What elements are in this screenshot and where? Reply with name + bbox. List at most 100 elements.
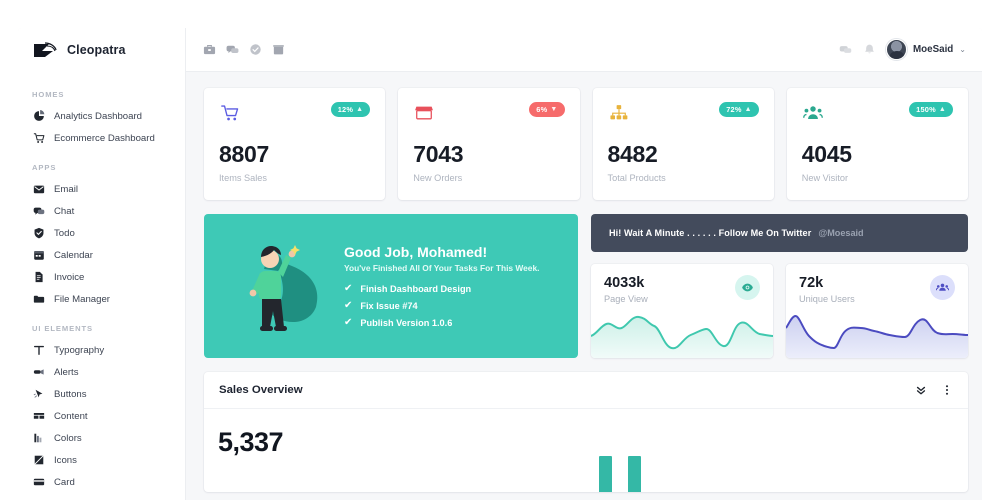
stat-card-header: 150% ▲ <box>802 102 953 124</box>
twitter-handle[interactable]: @Moesaid <box>818 228 863 238</box>
sidebar-section-ui-elements: UI ELEMENTS <box>32 324 93 333</box>
page-title: Sales Overview <box>219 384 303 396</box>
welcome-title: Good Job, Mohamed! <box>344 244 488 260</box>
arrow-up-icon: ▲ <box>744 106 752 113</box>
chevron-down-icon[interactable]: ⌄ <box>959 45 966 54</box>
sidebar-item-card[interactable]: Card <box>18 471 185 493</box>
badge-value: 72% <box>726 105 742 114</box>
status-badge: 6% ▼ <box>529 102 565 117</box>
mini-card-unique-users[interactable]: 72k Unique Users <box>786 264 968 358</box>
badge-value: 12% <box>337 105 354 114</box>
mini-card-page-view[interactable]: 4033k Page View <box>591 264 773 358</box>
users-icon <box>930 275 955 300</box>
briefcase-icon[interactable] <box>202 43 216 57</box>
sidebar-item-email[interactable]: Email <box>18 178 185 200</box>
more-vertical-icon[interactable] <box>941 384 953 396</box>
stat-label: New Visitor <box>801 173 849 183</box>
middle-row: Good Job, Mohamed! You've Finished All O… <box>204 214 968 358</box>
shield-check-icon <box>32 227 45 240</box>
stat-label: New Orders <box>413 173 463 183</box>
bar <box>628 456 641 492</box>
message-icon[interactable] <box>838 43 852 57</box>
sidebar-item-label: Colors <box>54 432 82 444</box>
user-menu[interactable]: MoeSaid ⌄ <box>886 39 966 60</box>
sidebar-item-todo[interactable]: Todo <box>18 222 185 244</box>
sidebar-item-content[interactable]: Content <box>18 405 185 427</box>
mini-cards-row: 4033k Page View 72k Unique Users <box>591 264 968 358</box>
sidebar-item-label: Buttons <box>54 388 87 400</box>
eye-icon <box>735 275 760 300</box>
file-icon <box>32 271 45 284</box>
main-content: 12% ▲ 8807 Items Sales 6% ▼ 7043 New Ord… <box>186 72 982 500</box>
status-badge: 12% ▲ <box>330 102 371 117</box>
users-icon <box>802 102 824 124</box>
chat-bubble-icon[interactable] <box>225 43 239 57</box>
sidebar-item-label: Analytics Dashboard <box>54 110 142 122</box>
mini-card-header: 72k Unique Users <box>786 264 968 304</box>
task-label: Fix Issue #74 <box>360 301 418 311</box>
sidebar-item-typography[interactable]: Typography <box>18 339 185 361</box>
right-column: Hi! Wait A Minute . . . . . . Follow Me … <box>591 214 968 358</box>
topbar: MoeSaid ⌄ <box>186 28 982 72</box>
mini-card-value: 4033k <box>604 275 645 291</box>
sidebar-item-ecommerce-dashboard[interactable]: Ecommerce Dashboard <box>18 127 185 149</box>
sidebar-item-label: Icons <box>54 454 77 466</box>
sidebar-nav: HOMES Analytics Dashboard Ecommerce Dash… <box>18 72 185 493</box>
chevron-double-down-icon[interactable] <box>915 384 927 396</box>
arrow-down-icon: ▼ <box>550 106 558 113</box>
check-icon: ✔ <box>344 317 353 328</box>
mini-card-text: 4033k Page View <box>604 275 648 304</box>
sidebar-item-label: Email <box>54 183 78 195</box>
mini-card-text: 72k Unique Users <box>799 275 855 304</box>
sidebar-item-label: Chat <box>54 205 75 217</box>
page-view-sparkline <box>591 310 773 358</box>
brand[interactable]: Cleopatra <box>18 28 185 72</box>
sidebar-item-invoice[interactable]: Invoice <box>18 266 185 288</box>
status-badge: 150% ▲ <box>909 102 953 117</box>
image-icon <box>32 454 45 467</box>
sales-overview-actions <box>915 384 953 396</box>
store-icon <box>413 102 435 124</box>
stat-card-total-products[interactable]: 72% ▲ 8482 Total Products <box>592 88 774 200</box>
sidebar-item-buttons[interactable]: Buttons <box>18 383 185 405</box>
sidebar-item-analytics-dashboard[interactable]: Analytics Dashboard <box>18 105 185 127</box>
stat-card-items-sales[interactable]: 12% ▲ 8807 Items Sales <box>204 88 386 200</box>
sales-overview-header: Sales Overview <box>204 372 968 409</box>
topbar-quick-actions <box>202 43 285 57</box>
twitter-follow-bar[interactable]: Hi! Wait A Minute . . . . . . Follow Me … <box>591 214 968 252</box>
list-item: ✔ Fix Issue #74 <box>344 301 539 312</box>
bell-icon[interactable] <box>862 43 876 57</box>
bar <box>599 456 612 492</box>
cart-icon <box>32 132 45 145</box>
alert-icon <box>32 366 45 379</box>
welcome-subtitle: You've Finished All Of Your Tasks For Th… <box>344 263 540 273</box>
check-circle-icon[interactable] <box>248 43 262 57</box>
sidebar-item-label: Alerts <box>54 366 79 378</box>
unique-users-sparkline <box>786 310 968 358</box>
task-label: Finish Dashboard Design <box>360 284 472 294</box>
envelope-icon <box>32 183 45 196</box>
sidebar-item-file-manager[interactable]: File Manager <box>18 288 185 310</box>
sidebar-item-alerts[interactable]: Alerts <box>18 361 185 383</box>
stat-card-new-orders[interactable]: 6% ▼ 7043 New Orders <box>398 88 580 200</box>
sidebar-item-icons[interactable]: Icons <box>18 449 185 471</box>
sidebar-item-label: Todo <box>54 227 75 239</box>
user-name: MoeSaid <box>913 44 954 55</box>
sidebar-item-chat[interactable]: Chat <box>18 200 185 222</box>
mini-card-label: Page View <box>604 294 648 304</box>
sitemap-icon <box>608 102 630 124</box>
cleopatra-logo-icon <box>32 40 58 60</box>
layout-icon <box>32 410 45 423</box>
sidebar-item-colors[interactable]: Colors <box>18 427 185 449</box>
stat-card-new-visitor[interactable]: 150% ▲ 4045 New Visitor <box>786 88 968 200</box>
sidebar-item-label: Typography <box>54 344 105 356</box>
calendar-icon[interactable] <box>271 43 285 57</box>
chat-icon <box>32 205 45 218</box>
status-badge: 72% ▲ <box>719 102 759 117</box>
text-icon <box>32 344 45 357</box>
stat-value: 7043 <box>413 141 464 167</box>
stat-cards-row: 12% ▲ 8807 Items Sales 6% ▼ 7043 New Ord… <box>204 88 968 200</box>
welcome-card: Good Job, Mohamed! You've Finished All O… <box>204 214 578 358</box>
pie-chart-icon <box>32 110 45 123</box>
sidebar-item-calendar[interactable]: Calendar <box>18 244 185 266</box>
